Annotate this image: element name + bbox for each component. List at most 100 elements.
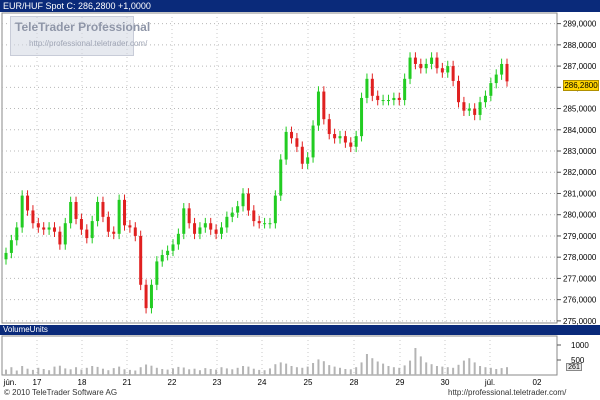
candle-body <box>284 131 288 160</box>
candle-body <box>413 57 417 64</box>
y-tick-label: 287,0000 <box>563 62 597 71</box>
candle-body <box>79 218 83 230</box>
candle-body <box>209 223 213 230</box>
y-tick-label: 282,0000 <box>563 168 597 177</box>
candle-body <box>483 95 487 103</box>
candle-body <box>430 57 434 64</box>
candle-body <box>160 255 164 262</box>
candle-body <box>203 223 207 228</box>
candle-body <box>408 57 412 79</box>
candle-body <box>74 201 78 219</box>
candle-body <box>279 159 283 196</box>
candle-body <box>386 100 390 102</box>
volume-panel-header: VolumeUnits <box>0 325 600 335</box>
candle-body <box>187 208 191 224</box>
candle-body <box>478 102 482 115</box>
candle-body <box>370 78 374 96</box>
footer-url[interactable]: http://professional.teletrader.com/ <box>448 388 566 397</box>
candle-body <box>322 91 326 120</box>
candle-body <box>171 244 175 251</box>
watermark-logo: TeleTrader Professional http://professio… <box>10 16 150 56</box>
candle-body <box>273 195 277 224</box>
candle-body <box>101 201 105 217</box>
candle-body <box>155 261 159 285</box>
candle-body <box>133 227 137 236</box>
candle-body <box>306 157 310 164</box>
candle-body <box>311 125 315 158</box>
candle-body <box>440 68 444 73</box>
candle-body <box>354 136 358 147</box>
candle-body <box>20 195 24 228</box>
x-tick-label: 30 <box>441 378 450 387</box>
candle-body <box>58 231 62 245</box>
candle-body <box>268 223 272 225</box>
candle-body <box>117 199 121 234</box>
candle-body <box>9 240 13 253</box>
candle-body <box>392 97 396 101</box>
candle-body <box>435 57 439 69</box>
candle-body <box>128 225 132 228</box>
candle-body <box>403 78 407 101</box>
candle-body <box>52 227 56 232</box>
candle-body <box>42 227 46 230</box>
y-tick-label: 289,0000 <box>563 20 597 29</box>
candle-body <box>96 201 100 222</box>
candle-body <box>424 63 428 69</box>
candle-body <box>290 131 294 139</box>
x-tick-label: 21 <box>123 378 132 387</box>
watermark-brand: TeleTrader Professional <box>15 20 151 34</box>
candle-body <box>500 63 504 75</box>
candle-body <box>166 250 170 256</box>
candle-body <box>90 221 94 239</box>
y-tick-label: 277,0000 <box>563 274 597 283</box>
candle-body <box>397 97 401 101</box>
candle-body <box>467 108 471 111</box>
candle-body <box>360 97 364 137</box>
candle-body <box>446 66 450 73</box>
candle-body <box>31 210 35 224</box>
y-tick-label: 288,0000 <box>563 41 597 50</box>
candle-body <box>236 206 240 213</box>
candle-body <box>473 108 477 115</box>
x-tick-label: 28 <box>350 378 359 387</box>
x-tick-label: 17 <box>33 378 42 387</box>
candle-body <box>36 223 40 228</box>
candle-body <box>106 216 110 232</box>
watermark-url: http://professional.teletrader.com/ <box>29 39 148 48</box>
y-tick-label: 276,0000 <box>563 296 597 305</box>
candle-body <box>144 284 148 309</box>
y-tick-label: 283,0000 <box>563 147 597 156</box>
y-tick-label: 280,0000 <box>563 211 597 220</box>
y-tick-label: 281,0000 <box>563 189 597 198</box>
candle-body <box>257 221 261 224</box>
candle-body <box>333 134 337 139</box>
candle-body <box>494 74 498 84</box>
x-tick-label: 02 <box>533 378 542 387</box>
candle-body <box>47 227 51 230</box>
candle-body <box>365 78 369 98</box>
candle-body <box>26 195 30 211</box>
candle-body <box>198 227 202 234</box>
candle-body <box>338 136 342 139</box>
volume-last-marker: 261 <box>566 363 582 371</box>
candle-body <box>112 231 116 234</box>
candle-body <box>225 216 229 228</box>
volume-y-tick-label: 1000 <box>571 341 589 350</box>
candle-body <box>246 193 250 211</box>
candle-body <box>69 201 73 224</box>
candle-body <box>343 136 347 143</box>
candle-body <box>4 252 8 260</box>
candle-body <box>295 138 299 147</box>
x-tick-label: jún. <box>3 378 17 387</box>
x-tick-label: 22 <box>168 378 177 387</box>
candle-body <box>214 229 218 234</box>
y-tick-label: 279,0000 <box>563 232 597 241</box>
price-chart[interactable]: 275,0000276,0000277,0000278,0000279,0000… <box>0 0 600 400</box>
candle-body <box>85 229 89 239</box>
candle-body <box>241 193 245 207</box>
chart-window: EUR/HUF Spot C: 286,2800 +1,0000 275,000… <box>0 0 600 400</box>
y-tick-label: 285,0000 <box>563 105 597 114</box>
x-tick-label: 18 <box>78 378 87 387</box>
last-price-marker: 286,2800 <box>563 80 599 91</box>
candle-body <box>149 284 153 309</box>
